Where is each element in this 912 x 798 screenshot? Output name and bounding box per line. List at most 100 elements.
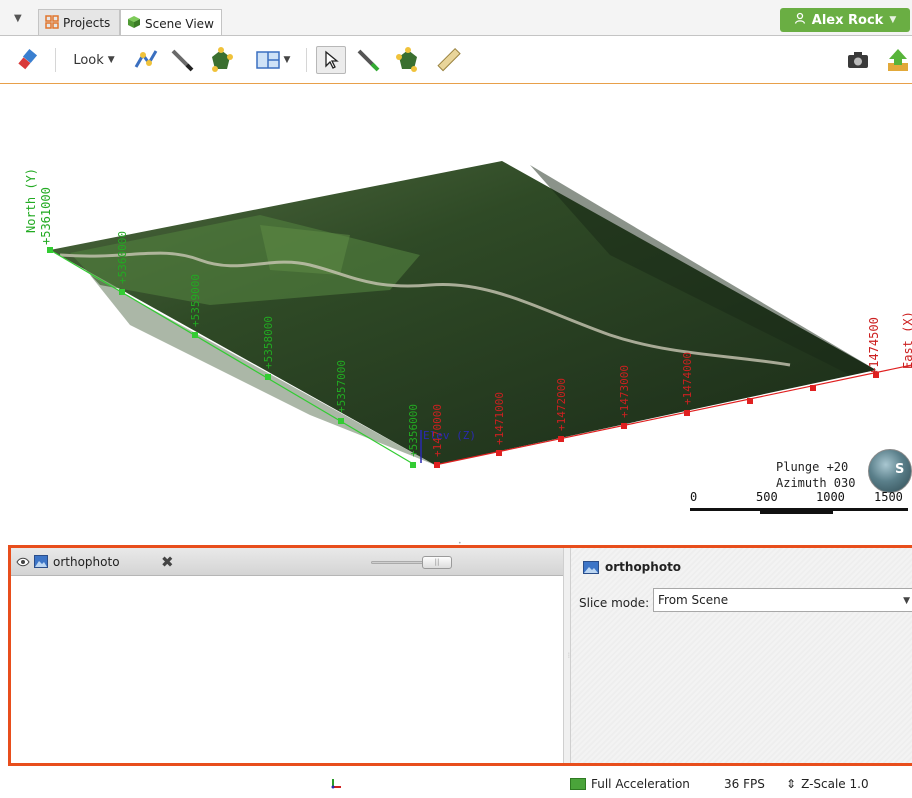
- scale-label-1000: 1000: [816, 490, 845, 504]
- status-bar: Full Acceleration 36 FPS ⇕ Z-Scale 1.0: [0, 768, 912, 798]
- user-name: Alex Rock: [811, 12, 884, 28]
- acceleration-status: Full Acceleration: [570, 777, 690, 791]
- orientation-globe-icon[interactable]: S: [868, 449, 912, 493]
- east-tick-mark: [621, 423, 627, 429]
- tab-projects[interactable]: Projects: [38, 9, 120, 36]
- east-tick-label: +1473000: [618, 365, 631, 418]
- shape-list-panel: orthophoto ✖ || ⋮ orthophoto Slice mode:…: [8, 545, 912, 766]
- azimuth-readout: Azimuth 030: [776, 476, 856, 490]
- east-tick-mark: [558, 436, 564, 442]
- chevron-down-icon: ▼: [283, 55, 291, 65]
- tab-scene-view[interactable]: Scene View: [120, 9, 222, 37]
- camera-icon: [848, 52, 868, 68]
- opacity-slider[interactable]: ||: [371, 556, 452, 569]
- east-tick-mark: [434, 462, 440, 468]
- slider-thumb[interactable]: ||: [422, 556, 452, 569]
- zscale-control[interactable]: ⇕ Z-Scale 1.0: [786, 777, 869, 791]
- north-tick-label: +5360000: [116, 231, 129, 284]
- tab-scene-view-label: Scene View: [145, 16, 214, 31]
- north-tick-label: +5356000: [407, 404, 420, 457]
- toolbar-separator: [55, 48, 56, 72]
- properties-panel: orthophoto Slice mode: From Scene ▼: [571, 548, 912, 763]
- north-tick-mark: [338, 418, 344, 424]
- pencil-icon: [171, 49, 194, 72]
- share-upload-button[interactable]: [880, 46, 912, 74]
- slice-pen-icon: [357, 49, 380, 72]
- slice-mode-select[interactable]: From Scene ▼: [653, 588, 912, 612]
- properties-title-text: orthophoto: [605, 560, 682, 574]
- east-tick-label: +1472000: [555, 378, 568, 431]
- zscale-arrows-icon: ⇕: [786, 777, 797, 791]
- panel-splitter[interactable]: ⋮: [563, 548, 572, 763]
- axis-gizmo-icon: [330, 777, 342, 789]
- projects-grid-icon: [45, 14, 59, 32]
- tab-projects-label: Projects: [63, 16, 111, 30]
- chevron-down-icon: ▼: [107, 55, 115, 65]
- fps-readout: 36 FPS: [724, 777, 765, 791]
- north-first-tick: +5361000: [39, 187, 53, 245]
- user-account-button[interactable]: Alex Rock ▼: [780, 8, 910, 32]
- pencil-tool-button[interactable]: [166, 46, 198, 74]
- upload-arrow-icon: [888, 49, 908, 71]
- east-tick-label: +1471000: [493, 392, 506, 445]
- east-tick-mark: [496, 450, 502, 456]
- eraser-tool-button[interactable]: [14, 46, 42, 74]
- east-tick-mark: [810, 385, 816, 391]
- scale-label-1500: 1500: [874, 490, 903, 504]
- zscale-label: Z-Scale 1.0: [801, 777, 869, 791]
- view-layout-button[interactable]: ▼: [248, 46, 298, 74]
- eye-visibility-icon[interactable]: [16, 556, 30, 567]
- toolbar: Look ▼ ▼: [0, 36, 912, 84]
- panel-resize-handle[interactable]: • • •: [458, 540, 466, 561]
- east-last-tick: +1474500: [867, 317, 881, 375]
- measure-points-button[interactable]: [392, 46, 424, 74]
- slice-tool-button[interactable]: [352, 46, 384, 74]
- select-tool-button[interactable]: [316, 46, 346, 74]
- acceleration-label: Full Acceleration: [591, 777, 690, 791]
- east-tick-mark: [684, 410, 690, 416]
- north-tick-label: +5358000: [262, 316, 275, 369]
- east-tick-label: +1474000: [681, 352, 694, 405]
- polyline-icon: [134, 50, 158, 68]
- slice-mode-value: From Scene: [658, 593, 729, 607]
- draw-lines-tool-button[interactable]: [130, 46, 162, 74]
- gpu-icon: [570, 778, 586, 790]
- cursor-arrow-icon: [325, 50, 339, 69]
- points-tool-button[interactable]: [205, 46, 237, 74]
- scale-bar: 0 500 1000 1500: [690, 490, 912, 520]
- image-layer-icon: [583, 560, 599, 574]
- compass-letter: S: [895, 462, 905, 477]
- plunge-readout: Plunge +20: [776, 460, 849, 474]
- north-tick-mark: [47, 247, 53, 253]
- north-tick-mark: [119, 289, 125, 295]
- scene-3d-viewport[interactable]: +5360000 +5359000 +5358000 +5357000 +5356000…: [10, 85, 912, 540]
- scale-bar-graphic: [690, 508, 908, 514]
- layer-row[interactable]: orthophoto ✖ ||: [11, 548, 563, 576]
- look-label: Look: [73, 52, 104, 68]
- layer-name: orthophoto: [53, 555, 120, 569]
- toolbar-separator: [306, 48, 307, 72]
- points-icon: [212, 47, 233, 72]
- cube-icon: [127, 15, 141, 32]
- north-tick-mark: [265, 374, 271, 380]
- east-tick-mark: [747, 398, 753, 404]
- split-view-icon: [255, 51, 280, 69]
- look-menu-button[interactable]: Look ▼: [66, 46, 122, 74]
- north-tick-label: +5359000: [189, 274, 202, 327]
- scale-label-500: 500: [756, 490, 778, 504]
- ruler-icon: [437, 47, 461, 72]
- properties-title: orthophoto: [583, 560, 681, 574]
- chevron-down-icon: ▼: [889, 15, 897, 25]
- screenshot-button[interactable]: [844, 46, 872, 74]
- north-tick-mark: [192, 332, 198, 338]
- remove-layer-icon[interactable]: ✖: [161, 553, 174, 571]
- east-axis-title: East (X): [901, 311, 912, 369]
- image-layer-icon: [34, 555, 48, 568]
- scale-label-0: 0: [690, 490, 698, 504]
- tab-bar: ▼ Projects Scene View Alex Rock ▼: [0, 0, 912, 37]
- layer-list: orthophoto ✖ ||: [11, 548, 563, 763]
- north-axis-title: North (Y): [24, 168, 38, 233]
- tab-menu-chevron-icon[interactable]: ▼: [14, 13, 22, 24]
- chevron-down-icon: ▼: [903, 596, 910, 606]
- ruler-tool-button[interactable]: [432, 46, 464, 74]
